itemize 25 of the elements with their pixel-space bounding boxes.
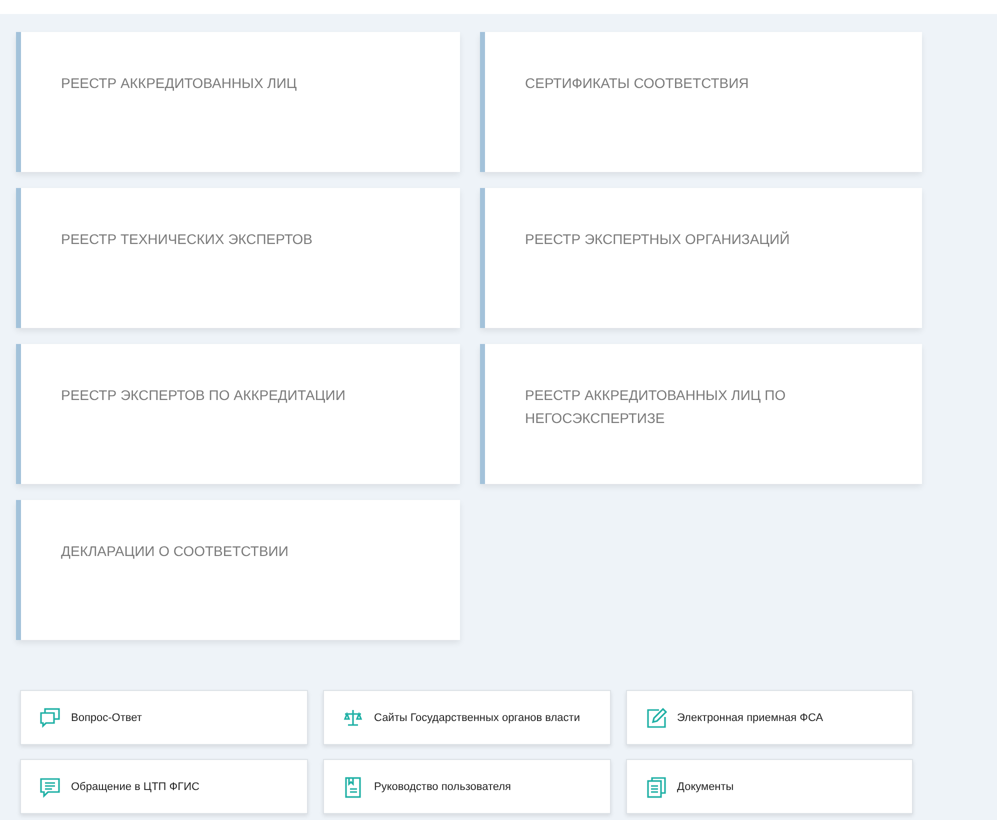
link-tile[interactable]: Обращение в ЦТП ФГИС (20, 759, 308, 814)
message-icon (39, 776, 61, 798)
registry-title: РЕЕСТР ЭКСПЕРТОВ ПО АККРЕДИТАЦИИ (61, 386, 346, 405)
link-tile[interactable]: Сайты Государственных органов власти (323, 690, 611, 745)
registry-card[interactable]: ДЕКЛАРАЦИИ О СООТВЕТСТВИИ (16, 500, 460, 640)
registry-card[interactable]: СЕРТИФИКАТЫ СООТВЕТСТВИЯ (480, 32, 922, 172)
registry-title: СЕРТИФИКАТЫ СООТВЕТСТВИЯ (525, 74, 749, 93)
documents-icon (645, 776, 667, 798)
edit-icon (645, 706, 667, 728)
link-tile[interactable]: Электронная приемная ФСА (626, 690, 913, 745)
link-tile[interactable]: Вопрос-Ответ (20, 690, 308, 745)
registry-title: ДЕКЛАРАЦИИ О СООТВЕТСТВИИ (61, 542, 288, 561)
registry-card[interactable]: РЕЕСТР АККРЕДИТОВАННЫХ ЛИЦ ПО НЕГОСЭКСПЕРТИЗЕ (480, 344, 922, 484)
registry-card[interactable]: РЕЕСТР ТЕХНИЧЕСКИХ ЭКСПЕРТОВ (16, 188, 460, 328)
document-icon (342, 776, 364, 798)
link-tile[interactable]: Документы (626, 759, 913, 814)
registry-title: РЕЕСТР АККРЕДИТОВАННЫХ ЛИЦ (61, 74, 297, 93)
registry-title: РЕЕСТР АККРЕДИТОВАННЫХ ЛИЦ ПО НЕГОСЭКСПЕРТИЗЕ (525, 386, 787, 428)
chat-icon (39, 706, 61, 728)
registry-title: РЕЕСТР ЭКСПЕРТНЫХ ОРГАНИЗАЦИЙ (525, 230, 790, 249)
registry-card[interactable]: РЕЕСТР АККРЕДИТОВАННЫХ ЛИЦ (16, 32, 460, 172)
registry-card[interactable]: РЕЕСТР ЭКСПЕРТОВ ПО АККРЕДИТАЦИИ (16, 344, 460, 484)
registry-title: РЕЕСТР ТЕХНИЧЕСКИХ ЭКСПЕРТОВ (61, 230, 312, 249)
registry-card[interactable]: РЕЕСТР ЭКСПЕРТНЫХ ОРГАНИЗАЦИЙ (480, 188, 922, 328)
link-tile[interactable]: Руководство пользователя (323, 759, 611, 814)
